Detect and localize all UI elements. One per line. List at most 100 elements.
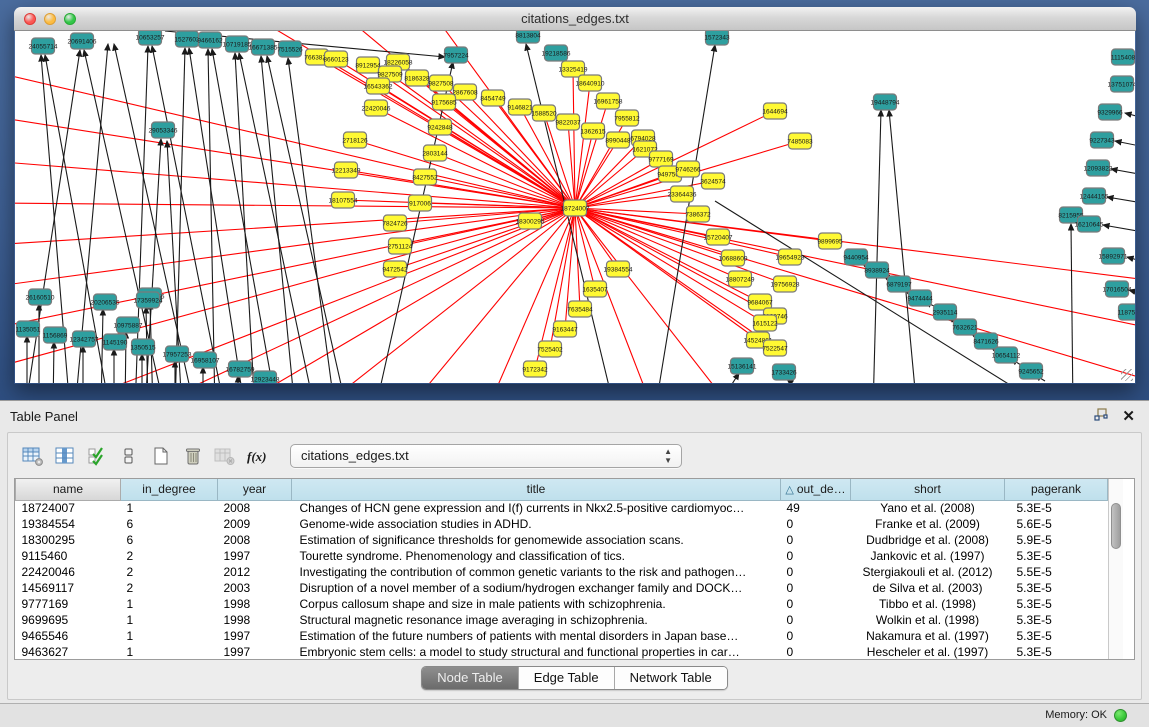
table-cell[interactable]: 9699695 [16, 612, 121, 628]
table-row[interactable]: 911546021997Tourette syndrome. Phenomeno… [16, 548, 1108, 564]
network-node[interactable]: 7386372 [685, 206, 711, 222]
column-visibility-icon[interactable] [84, 444, 110, 468]
table-cell[interactable]: 5.5E-5 [1005, 564, 1108, 580]
network-node[interactable]: 9146821 [507, 99, 533, 115]
network-node[interactable]: 8427552 [412, 169, 438, 185]
table-cell[interactable]: Wolkin et al. (1998) [851, 612, 1005, 628]
column-header-year[interactable]: year [218, 479, 292, 500]
black-edge[interactable] [189, 48, 245, 383]
network-node[interactable]: 6879197 [886, 276, 912, 292]
red-edge[interactable] [315, 208, 575, 383]
window-titlebar[interactable]: citations_edges.txt [14, 7, 1136, 31]
black-edge[interactable] [175, 48, 185, 383]
network-node[interactable]: 17957253 [163, 346, 192, 362]
column-header-pagerank[interactable]: pagerank [1005, 479, 1108, 500]
network-node[interactable]: 18640910 [576, 75, 605, 91]
red-edge[interactable] [575, 208, 1135, 376]
black-edge[interactable] [267, 56, 347, 383]
network-node[interactable]: 20206536 [91, 294, 120, 310]
table-cell[interactable]: Tibbo et al. (1998) [851, 596, 1005, 612]
table-selector-dropdown[interactable]: citations_edges.txt ▲▼ [290, 444, 682, 468]
network-node[interactable]: 23364436 [668, 186, 697, 202]
network-node[interactable]: 19448794 [871, 94, 900, 110]
table-cell[interactable]: 2008 [218, 532, 292, 548]
function-builder-icon[interactable]: f(x) [244, 444, 270, 468]
table-row[interactable]: 969969511998Structural magnetic resonanc… [16, 612, 1108, 628]
table-cell[interactable]: 1998 [218, 596, 292, 612]
network-node[interactable]: 1145190 [103, 334, 128, 350]
table-row[interactable]: 977716911998Corpus callosum shape and si… [16, 596, 1108, 612]
table-cell[interactable]: 0 [781, 628, 851, 644]
table-cell[interactable]: 5.6E-5 [1005, 516, 1108, 532]
red-edge[interactable] [355, 140, 575, 208]
table-cell[interactable]: 1998 [218, 612, 292, 628]
network-node[interactable]: 1635407 [582, 281, 608, 297]
table-cell[interactable]: 6 [121, 532, 218, 548]
network-node[interactable]: 9746266 [675, 161, 701, 177]
network-node[interactable]: 8471626 [973, 333, 999, 349]
table-cell[interactable]: 2 [121, 580, 218, 596]
column-header-name[interactable]: name [16, 479, 121, 500]
table-row[interactable]: 1456911722003Disruption of a novel membe… [16, 580, 1108, 596]
network-node[interactable]: 1644694 [762, 103, 788, 119]
table-cell[interactable]: 0 [781, 580, 851, 596]
column-header-short[interactable]: short [851, 479, 1005, 500]
network-node[interactable]: 18300295 [516, 213, 545, 229]
black-edge[interactable] [889, 110, 917, 383]
table-cell[interactable]: 2012 [218, 564, 292, 580]
network-node[interactable]: 26160510 [26, 289, 55, 305]
network-node[interactable]: 18724007 [561, 200, 590, 216]
create-table-icon[interactable] [148, 444, 174, 468]
network-node[interactable]: 7824726 [382, 215, 408, 231]
network-node[interactable]: 19654923 [776, 249, 805, 265]
table-cell[interactable]: 5.3E-5 [1005, 596, 1108, 612]
table-cell[interactable]: 0 [781, 548, 851, 564]
network-node[interactable]: 9163447 [552, 321, 578, 337]
network-node[interactable]: 16782759 [226, 361, 255, 377]
network-node[interactable]: 12093822 [1084, 160, 1113, 176]
network-node[interactable]: 9245652 [1018, 363, 1044, 379]
table-cell[interactable]: 1 [121, 644, 218, 660]
table-cell[interactable]: Dudbridge et al. (2008) [851, 532, 1005, 548]
network-node[interactable]: 16543362 [364, 78, 393, 94]
black-edge[interactable] [288, 58, 335, 383]
table-settings-icon[interactable] [20, 444, 46, 468]
network-node[interactable]: 7515526 [277, 41, 303, 57]
float-window-icon[interactable] [1094, 408, 1108, 426]
black-edge[interactable] [1071, 224, 1073, 383]
table-cell[interactable]: 5.3E-5 [1005, 628, 1108, 644]
network-node[interactable]: 12444155 [1080, 188, 1109, 204]
column-header-out_de[interactable]: △out_de… [781, 479, 851, 500]
network-node[interactable]: 9172342 [522, 361, 548, 377]
table-cell[interactable]: 19384554 [16, 516, 121, 532]
black-edge[interactable] [1103, 225, 1135, 234]
network-node[interactable]: 9242848 [427, 119, 453, 135]
network-node[interactable]: 16210645 [1075, 216, 1104, 232]
network-node[interactable]: 9474444 [907, 290, 933, 306]
network-node[interactable]: 7485083 [787, 133, 813, 149]
network-node[interactable]: 9329966 [1097, 104, 1123, 120]
network-node[interactable]: 9899695 [817, 233, 843, 249]
network-node[interactable]: 16958107 [191, 352, 220, 368]
table-cell[interactable]: 1997 [218, 628, 292, 644]
network-node[interactable]: 9466162 [197, 32, 223, 48]
network-node[interactable]: 19756928 [771, 276, 800, 292]
table-cell[interactable]: Disruption of a novel member of a sodium… [292, 580, 781, 596]
network-node[interactable]: 1572343 [704, 31, 730, 45]
network-node[interactable]: 1135051 [16, 321, 41, 337]
network-node[interactable]: 3624574 [700, 173, 726, 189]
network-node[interactable]: 7632621 [952, 319, 978, 335]
table-cell[interactable]: 9777169 [16, 596, 121, 612]
network-node[interactable]: 9175685 [431, 94, 457, 110]
table-row[interactable]: 1830029562008Estimation of significance … [16, 532, 1108, 548]
black-edge[interactable] [1127, 257, 1135, 265]
table-cell[interactable]: 0 [781, 532, 851, 548]
network-node[interactable]: 10688609 [719, 250, 748, 266]
table-cell[interactable]: Estimation of the future numbers of pati… [292, 628, 781, 644]
citation-network-graph[interactable]: 24055714 20691406 8813804 1572343 106532… [15, 31, 1135, 383]
table-cell[interactable]: 2 [121, 548, 218, 564]
table-cell[interactable]: 5.3E-5 [1005, 548, 1108, 564]
delete-table-icon[interactable] [180, 444, 206, 468]
tab-node-table[interactable]: Node Table [422, 667, 519, 689]
network-node[interactable]: 1362615 [580, 123, 606, 139]
